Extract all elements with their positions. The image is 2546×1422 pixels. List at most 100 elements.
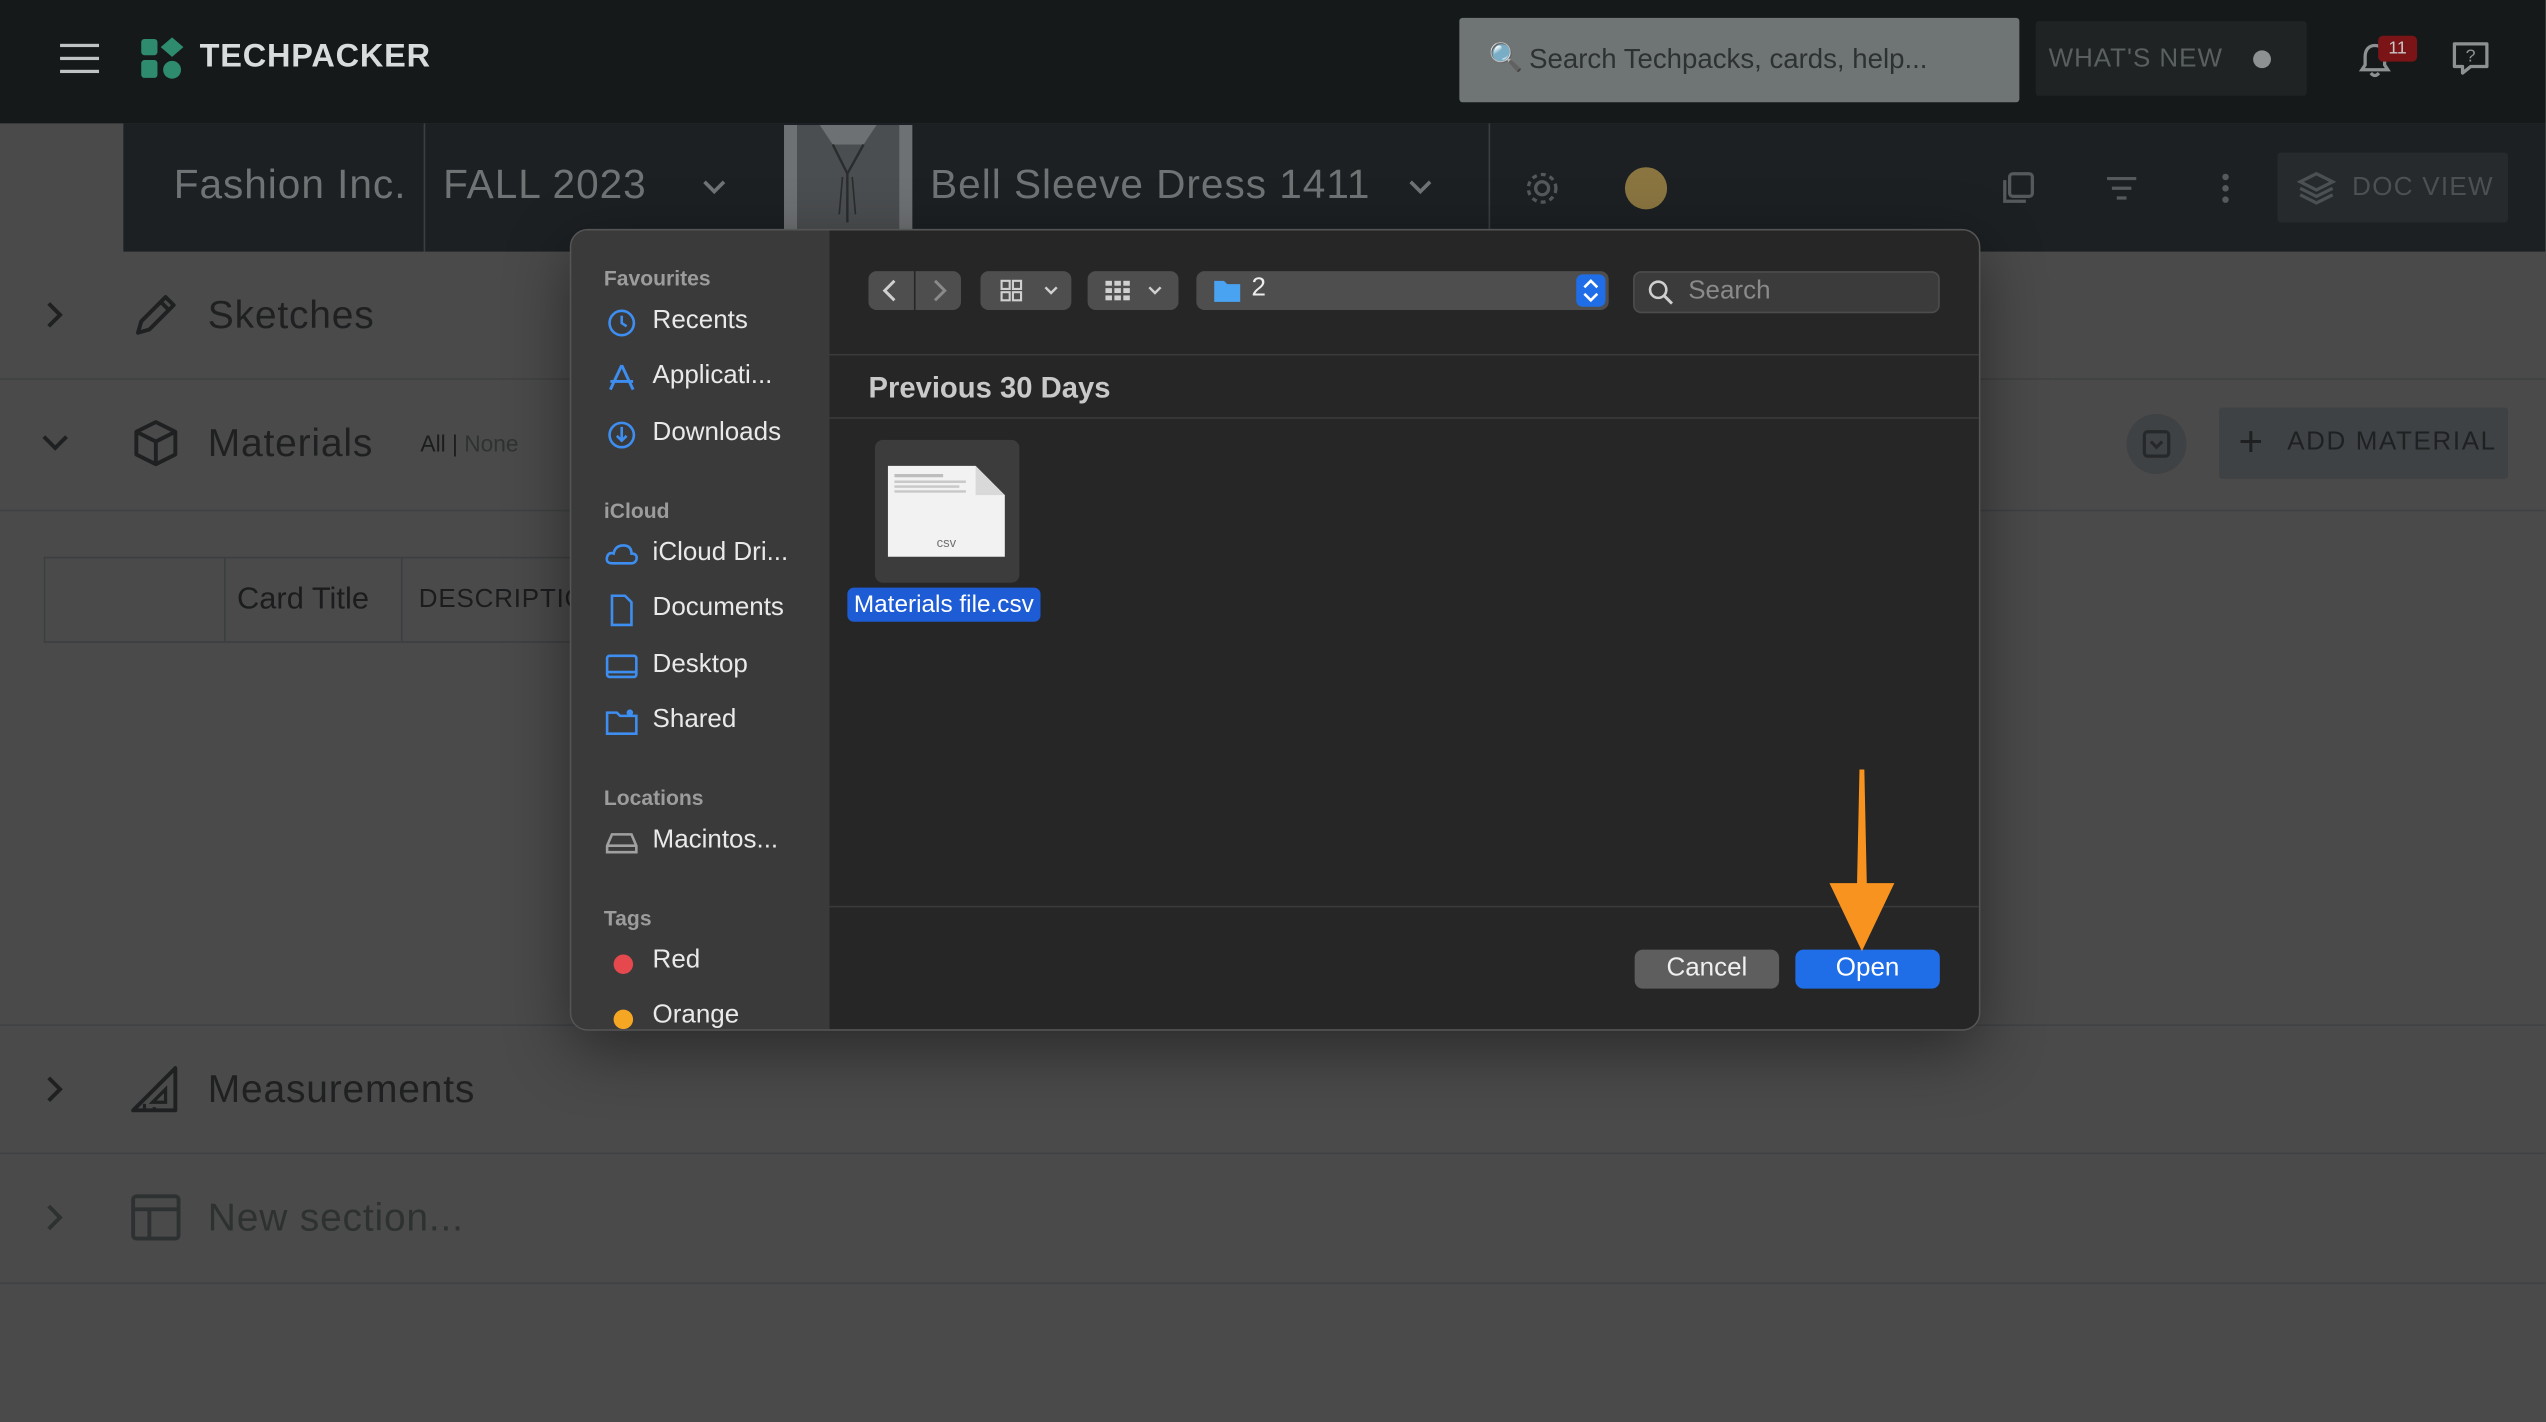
new-section-chevron-icon[interactable] bbox=[39, 1201, 68, 1233]
new-section-input[interactable]: New section... bbox=[208, 1196, 464, 1241]
materials-collapse-chevron-icon[interactable] bbox=[39, 427, 71, 456]
sidebar-item-downloads[interactable]: Downloads bbox=[604, 416, 828, 455]
grid-view-icon bbox=[1000, 279, 1058, 302]
measurements-expand-chevron-icon[interactable] bbox=[39, 1073, 68, 1105]
red-tag-icon bbox=[613, 954, 634, 974]
season-chevron-down-icon[interactable] bbox=[700, 172, 729, 201]
csv-document-icon: csv bbox=[887, 465, 1005, 557]
group-icon bbox=[1105, 280, 1162, 301]
doc-view-button[interactable]: DOC VIEW bbox=[2277, 152, 2508, 223]
dialog-search-input[interactable]: Search bbox=[1633, 271, 1940, 314]
chevron-left-icon bbox=[882, 279, 896, 302]
tags-heading: Tags bbox=[603, 905, 652, 931]
layers-icon bbox=[2296, 171, 2336, 205]
whats-new-button[interactable]: WHAT'S NEW bbox=[2035, 21, 2307, 96]
folder-path-select[interactable]: 2 bbox=[1196, 271, 1609, 311]
sidebar-item-label: Recents bbox=[652, 306, 748, 335]
dialog-main-pane: 2 Search Previous 30 Days csv Materials … bbox=[829, 230, 1979, 1030]
sidebar-item-label: iCloud Dri... bbox=[652, 538, 789, 567]
footer-divider bbox=[829, 905, 1979, 908]
view-mode-button[interactable] bbox=[980, 271, 1072, 311]
duplicate-icon[interactable] bbox=[1998, 169, 2037, 208]
sidebar-item-documents[interactable]: Documents bbox=[604, 591, 828, 630]
company-name[interactable]: Fashion Inc. bbox=[174, 162, 407, 209]
sidebar-item-label: Red bbox=[652, 946, 701, 974]
file-name-label: Materials file.csv bbox=[847, 587, 1041, 622]
group-by-button[interactable] bbox=[1087, 271, 1179, 311]
open-button[interactable]: Open bbox=[1795, 949, 1940, 989]
more-vertical-icon[interactable] bbox=[2216, 169, 2235, 208]
sidebar-item-recents[interactable]: Recents bbox=[604, 304, 828, 343]
settings-gear-icon[interactable] bbox=[1523, 169, 1562, 208]
sidebar-item-label: Downloads bbox=[652, 418, 782, 447]
global-search-input[interactable]: 🔍 Search Techpacks, cards, help... bbox=[1459, 17, 2020, 103]
filter-separator: | bbox=[445, 430, 465, 457]
csv-file-icon: csv bbox=[874, 439, 1020, 583]
select-all-link[interactable]: All bbox=[420, 430, 445, 456]
search-placeholder: Search bbox=[1688, 277, 1771, 306]
sidebar-item-tag-orange[interactable]: Orange bbox=[604, 998, 828, 1030]
icloud-heading: iCloud bbox=[603, 498, 670, 523]
applications-icon bbox=[609, 364, 635, 391]
sidebar-item-label: Documents bbox=[652, 594, 784, 622]
import-materials-button[interactable] bbox=[2126, 413, 2187, 474]
favourites-heading: Favourites bbox=[603, 266, 711, 291]
sidebar-item-tag-red[interactable]: Red bbox=[604, 943, 828, 982]
top-nav-bar: TECHPACKER 🔍 Search Techpacks, cards, he… bbox=[0, 0, 2546, 124]
cloud-icon bbox=[605, 544, 638, 565]
app-name: TECHPACKER bbox=[199, 38, 431, 75]
file-type-label: csv bbox=[937, 535, 957, 550]
search-icon: 🔍 bbox=[1488, 42, 1523, 74]
product-name[interactable]: Bell Sleeve Dress 1411 bbox=[930, 162, 1370, 209]
hard-drive-icon bbox=[605, 833, 638, 854]
filter-icon[interactable] bbox=[2104, 174, 2140, 203]
status-color-dot[interactable] bbox=[1624, 167, 1668, 210]
sidebar-item-label: Macintos... bbox=[652, 826, 779, 854]
menu-icon[interactable] bbox=[60, 43, 100, 76]
orange-arrow-annotation-icon bbox=[1829, 769, 1895, 952]
sidebar-item-shared[interactable]: Shared bbox=[604, 703, 828, 742]
whats-new-indicator bbox=[2253, 50, 2271, 69]
sidebar-item-label: Applicati... bbox=[652, 361, 773, 390]
whats-new-label: WHAT'S NEW bbox=[2048, 45, 2223, 74]
download-icon bbox=[608, 421, 636, 449]
select-none-link[interactable]: None bbox=[464, 430, 518, 456]
add-material-label: ADD MATERIAL bbox=[2287, 428, 2497, 457]
forward-button[interactable] bbox=[915, 271, 961, 311]
group-divider bbox=[829, 417, 1979, 419]
orange-tag-icon bbox=[613, 1009, 634, 1030]
chevron-updown-icon bbox=[1583, 278, 1599, 303]
materials-section-title[interactable]: Materials bbox=[208, 422, 373, 467]
plus-icon: + bbox=[2238, 417, 2264, 466]
sidebar-item-macintosh-hd[interactable]: Macintos... bbox=[604, 823, 828, 862]
locations-heading: Locations bbox=[603, 785, 704, 811]
file-group-title: Previous 30 Days bbox=[868, 371, 1111, 405]
sidebar-item-label: Shared bbox=[652, 706, 737, 734]
doc-view-label: DOC VIEW bbox=[2352, 173, 2494, 202]
help-chat-icon[interactable]: ? bbox=[2451, 39, 2490, 78]
shared-folder-icon bbox=[605, 709, 638, 736]
nav-buttons bbox=[868, 271, 961, 311]
desktop-icon bbox=[605, 654, 638, 679]
header-divider bbox=[423, 123, 426, 252]
sidebar-item-icloud-drive[interactable]: iCloud Dri... bbox=[604, 536, 828, 575]
measurements-section-title[interactable]: Measurements bbox=[208, 1068, 475, 1113]
add-material-button[interactable]: + ADD MATERIAL bbox=[2219, 407, 2508, 479]
import-icon bbox=[2142, 430, 2171, 458]
season-selector[interactable]: FALL 2023 bbox=[443, 162, 647, 209]
sidebar-item-desktop[interactable]: Desktop bbox=[604, 648, 828, 687]
toolbar-divider bbox=[829, 353, 1979, 356]
folder-stepper[interactable] bbox=[1576, 274, 1606, 307]
sketches-expand-chevron-icon[interactable] bbox=[39, 299, 68, 331]
product-chevron-down-icon[interactable] bbox=[1406, 172, 1435, 201]
cancel-button[interactable]: Cancel bbox=[1634, 949, 1780, 989]
techpacker-logo-icon bbox=[141, 37, 184, 79]
sketches-section-title[interactable]: Sketches bbox=[208, 294, 375, 339]
back-button[interactable] bbox=[868, 271, 914, 311]
search-placeholder: Search Techpacks, cards, help... bbox=[1529, 43, 1928, 75]
materials-select-filter: All | None bbox=[420, 430, 518, 456]
folder-icon bbox=[1214, 280, 1241, 302]
document-icon bbox=[610, 594, 633, 627]
dialog-sidebar: Favourites Recents Applicati... Download… bbox=[571, 230, 830, 1030]
sidebar-item-applications[interactable]: Applicati... bbox=[604, 359, 828, 398]
